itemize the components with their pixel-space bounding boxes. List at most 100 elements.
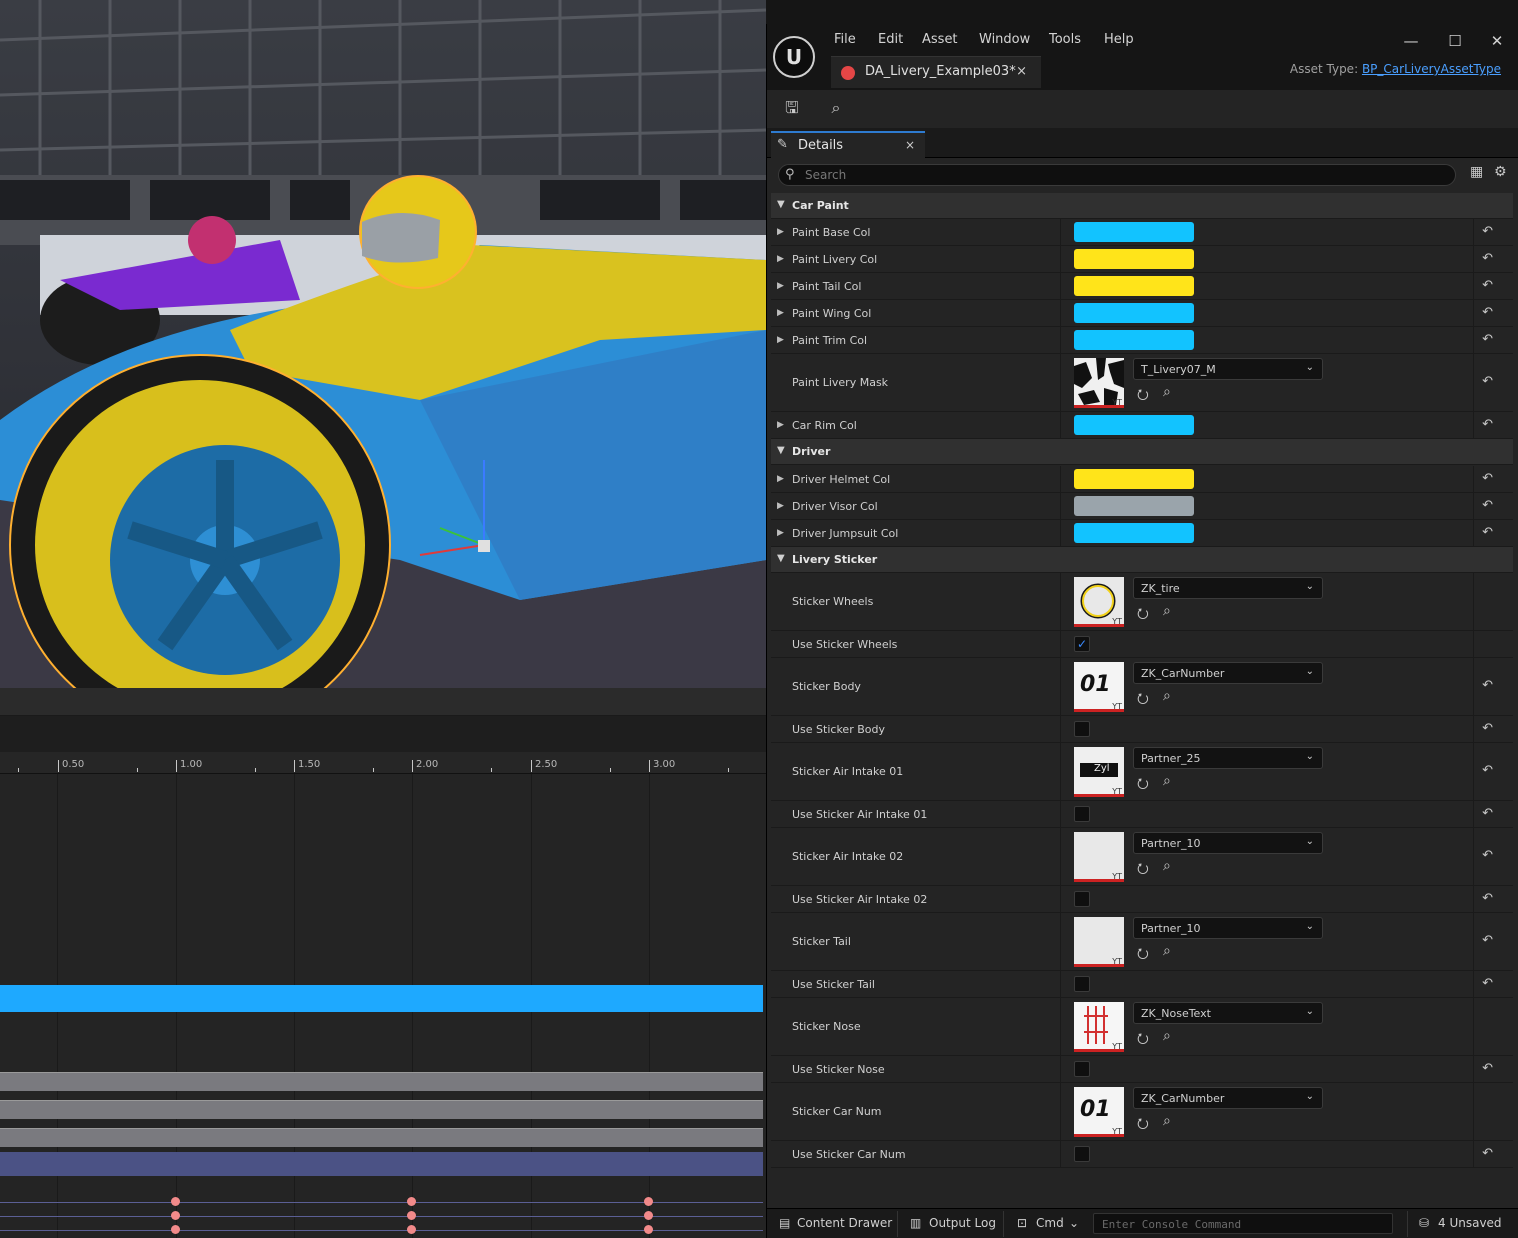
browse-to-asset-icon[interactable]: ⌕	[1163, 773, 1171, 789]
use-selected-asset-icon[interactable]: ⭮	[1137, 858, 1149, 882]
close-tab-icon[interactable]: ×	[905, 138, 915, 152]
expand-arrow-icon[interactable]: ▶	[777, 528, 784, 538]
use-sticker-nose-checkbox[interactable]	[1074, 1061, 1090, 1077]
search-box[interactable]: ⚲	[778, 164, 1456, 186]
texture-thumbnail[interactable]: YT	[1074, 832, 1124, 882]
content-drawer-icon[interactable]: ▤	[779, 1216, 790, 1230]
reset-to-default-icon[interactable]: ↶	[1482, 848, 1493, 863]
asset-picker-combo[interactable]: Partner_10 ⌄	[1133, 917, 1323, 939]
browse-to-asset-icon[interactable]: ⌕	[1163, 603, 1171, 619]
texture-thumbnail[interactable]: YT	[1074, 1002, 1124, 1052]
expand-arrow-icon[interactable]: ▶	[777, 420, 784, 430]
section-track[interactable]	[0, 1072, 763, 1091]
reset-to-default-icon[interactable]: ↶	[1482, 305, 1493, 320]
category-driver[interactable]: ▼ Driver	[771, 439, 1513, 465]
section-track[interactable]	[0, 1100, 763, 1119]
cmd-dropdown[interactable]: Cmd	[1036, 1216, 1064, 1230]
keyframe[interactable]	[644, 1225, 653, 1234]
console-command-box[interactable]	[1093, 1213, 1393, 1234]
texture-thumbnail[interactable]: Zyl YT	[1074, 747, 1124, 797]
reset-to-default-icon[interactable]: ↶	[1482, 763, 1493, 778]
menu-window[interactable]: Window	[979, 32, 1030, 47]
expand-arrow-icon[interactable]: ▶	[777, 501, 784, 511]
expand-arrow-icon[interactable]: ▶	[777, 474, 784, 484]
use-sticker-air-intake-01-checkbox[interactable]	[1074, 806, 1090, 822]
reset-to-default-icon[interactable]: ↶	[1482, 1061, 1493, 1076]
expand-arrow-icon[interactable]: ▶	[777, 335, 784, 345]
asset-picker-combo[interactable]: ZK_NoseText ⌄	[1133, 1002, 1323, 1024]
browse-to-asset-icon[interactable]: ⌕	[1163, 384, 1171, 400]
use-sticker-body-checkbox[interactable]	[1074, 721, 1090, 737]
use-selected-asset-icon[interactable]: ⭮	[1137, 1113, 1149, 1137]
expand-arrow-icon[interactable]: ▶	[777, 281, 784, 291]
use-sticker-tail-checkbox[interactable]	[1074, 976, 1090, 992]
reset-to-default-icon[interactable]: ↶	[1482, 678, 1493, 693]
use-selected-asset-icon[interactable]: ⭮	[1137, 603, 1149, 627]
table-view-icon[interactable]: ▦	[1470, 164, 1483, 180]
menu-file[interactable]: File	[834, 32, 856, 47]
color-swatch[interactable]	[1074, 303, 1194, 323]
texture-thumbnail[interactable]: 01 YT	[1074, 1087, 1124, 1137]
level-viewport[interactable]	[0, 0, 766, 688]
use-selected-asset-icon[interactable]: ⭮	[1137, 688, 1149, 712]
reset-to-default-icon[interactable]: ↶	[1482, 806, 1493, 821]
reset-to-default-icon[interactable]: ↶	[1482, 417, 1493, 432]
time-ruler[interactable]: 0.50 1.00 1.50 2.00 2.50 3.00	[0, 752, 766, 774]
document-tab[interactable]: DA_Livery_Example03* ×	[831, 56, 1041, 88]
console-command-input[interactable]	[1102, 1216, 1382, 1232]
asset-picker-combo[interactable]: Partner_25 ⌄	[1133, 747, 1323, 769]
use-selected-asset-icon[interactable]: ⭮	[1137, 384, 1149, 408]
asset-picker-combo[interactable]: Partner_10 ⌄	[1133, 832, 1323, 854]
browse-asset-icon[interactable]: ⌕	[825, 97, 847, 119]
color-swatch[interactable]	[1074, 330, 1194, 350]
reset-to-default-icon[interactable]: ↶	[1482, 332, 1493, 347]
menu-edit[interactable]: Edit	[878, 32, 903, 47]
menu-help[interactable]: Help	[1104, 32, 1134, 47]
close-tab-icon[interactable]: ×	[1016, 64, 1027, 79]
keyframe[interactable]	[407, 1225, 416, 1234]
browse-to-asset-icon[interactable]: ⌕	[1163, 943, 1171, 959]
reset-to-default-icon[interactable]: ↶	[1482, 224, 1493, 239]
category-car-paint[interactable]: ▼ Car Paint	[771, 193, 1513, 219]
unsaved-icon[interactable]: ⛁	[1419, 1216, 1429, 1230]
settings-gear-icon[interactable]: ⚙	[1494, 164, 1507, 180]
use-sticker-car-num-checkbox[interactable]	[1074, 1146, 1090, 1162]
reset-to-default-icon[interactable]: ↶	[1482, 525, 1493, 540]
expand-arrow-icon[interactable]: ▶	[777, 308, 784, 318]
unreal-logo-icon[interactable]: U	[773, 36, 815, 78]
console-icon[interactable]: ⊡	[1017, 1216, 1027, 1230]
menu-tools[interactable]: Tools	[1049, 32, 1081, 47]
content-drawer-button[interactable]: Content Drawer	[797, 1216, 892, 1230]
reset-to-default-icon[interactable]: ↶	[1482, 278, 1493, 293]
color-swatch[interactable]	[1074, 415, 1194, 435]
use-sticker-wheels-checkbox[interactable]: ✓	[1074, 636, 1090, 652]
texture-thumbnail[interactable]: 01 YT	[1074, 662, 1124, 712]
keyframe[interactable]	[407, 1197, 416, 1206]
color-swatch[interactable]	[1074, 276, 1194, 296]
color-swatch[interactable]	[1074, 222, 1194, 242]
reset-to-default-icon[interactable]: ↶	[1482, 471, 1493, 486]
keyframe[interactable]	[171, 1197, 180, 1206]
texture-thumbnail[interactable]: YT	[1074, 917, 1124, 967]
menu-asset[interactable]: Asset	[922, 32, 958, 47]
section-track[interactable]	[0, 1128, 763, 1147]
keyframe[interactable]	[171, 1225, 180, 1234]
chevron-down-icon[interactable]: ⌄	[1069, 1216, 1079, 1230]
browse-to-asset-icon[interactable]: ⌕	[1163, 1028, 1171, 1044]
keyframe[interactable]	[171, 1211, 180, 1220]
asset-picker-combo[interactable]: T_Livery07_M ⌄	[1133, 358, 1323, 380]
output-log-icon[interactable]: ▥	[910, 1216, 921, 1230]
close-window-icon[interactable]: ✕	[1487, 32, 1507, 50]
texture-thumbnail[interactable]: YT	[1074, 577, 1124, 627]
reset-to-default-icon[interactable]: ↶	[1482, 721, 1493, 736]
texture-thumbnail[interactable]: YT	[1074, 358, 1124, 408]
browse-to-asset-icon[interactable]: ⌕	[1163, 858, 1171, 874]
save-icon[interactable]: 🖫	[781, 97, 803, 119]
browse-to-asset-icon[interactable]: ⌕	[1163, 1113, 1171, 1129]
reset-to-default-icon[interactable]: ↶	[1482, 976, 1493, 991]
maximize-icon[interactable]: ☐	[1445, 32, 1465, 50]
browse-to-asset-icon[interactable]: ⌕	[1163, 688, 1171, 704]
use-selected-asset-icon[interactable]: ⭮	[1137, 1028, 1149, 1052]
expand-arrow-icon[interactable]: ▶	[777, 227, 784, 237]
asset-picker-combo[interactable]: ZK_tire ⌄	[1133, 577, 1323, 599]
